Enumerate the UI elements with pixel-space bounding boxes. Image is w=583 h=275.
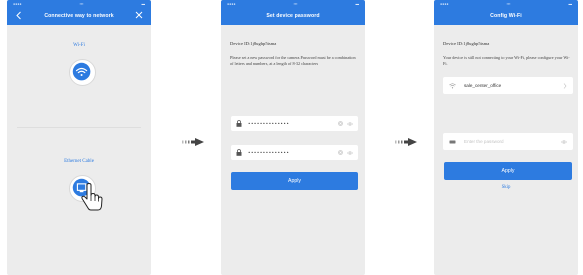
password-value: •••••••••••••• bbox=[248, 121, 290, 126]
device-id-label: Device ID:1j8ughp5tsma bbox=[230, 41, 277, 46]
nav-bar: ●●●● ▪▪▪ ▬ Set device password bbox=[221, 0, 365, 25]
wifi-ssid: sale_center_office bbox=[464, 83, 502, 88]
page-title: Config Wi-Fi bbox=[490, 13, 522, 19]
signal-indicator: ●●●● bbox=[13, 2, 22, 6]
eye-icon[interactable] bbox=[347, 121, 353, 126]
eye-icon[interactable] bbox=[347, 150, 353, 155]
confirm-password-value: •••••••••••••• bbox=[248, 150, 290, 155]
apply-button[interactable]: Apply bbox=[444, 162, 572, 180]
wifi-network-selector[interactable]: sale_center_office bbox=[443, 77, 573, 94]
battery-indicator: ▬ bbox=[568, 2, 572, 6]
wifi-password-placeholder: Enter the password bbox=[464, 139, 504, 144]
page-title: Connective way to network bbox=[44, 13, 114, 19]
signal-indicator: ●●●● bbox=[227, 2, 236, 6]
status-bar: ●●●● ▪▪▪ ▬ bbox=[7, 0, 151, 8]
clear-icon[interactable] bbox=[338, 150, 343, 155]
close-icon[interactable] bbox=[135, 11, 143, 19]
clock: ▪▪▪ bbox=[79, 2, 84, 6]
battery-indicator: ▬ bbox=[355, 2, 359, 6]
password-field[interactable]: •••••••••••••• bbox=[231, 116, 358, 131]
confirm-password-field[interactable]: •••••••••••••• bbox=[231, 145, 358, 160]
clock: ▪▪▪ bbox=[293, 2, 298, 6]
page-title: Set device password bbox=[266, 13, 320, 19]
phone-screen-set-password: ●●●● ▪▪▪ ▬ Set device password Device ID… bbox=[221, 0, 365, 275]
phone-screen-connection-type: ●●●● ▪▪▪ ▬ Connective way to network Wi-… bbox=[7, 0, 151, 275]
chevron-right-icon bbox=[563, 82, 567, 89]
nav-bar: ●●●● ▪▪▪ ▬ Connective way to network bbox=[7, 0, 151, 25]
wifi-icon bbox=[72, 62, 91, 81]
hand-pointer-icon bbox=[81, 183, 103, 211]
password-instructions: Please set a new password for the camera… bbox=[230, 55, 356, 66]
arrow-right-icon bbox=[182, 138, 204, 146]
wifi-option-label: Wi-Fi bbox=[73, 43, 85, 48]
eye-icon[interactable] bbox=[561, 139, 567, 144]
ethernet-option-label: Ethernet Cable bbox=[64, 159, 94, 164]
clear-icon[interactable] bbox=[338, 121, 343, 126]
arrow-right-icon bbox=[395, 138, 417, 146]
wifi-password-field[interactable]: Enter the password bbox=[443, 133, 573, 150]
lock-icon bbox=[236, 149, 242, 156]
clock: ▪▪▪ bbox=[506, 2, 511, 6]
section-divider bbox=[17, 127, 141, 128]
signal-indicator: ●●●● bbox=[440, 2, 449, 6]
status-bar: ●●●● ▪▪▪ ▬ bbox=[434, 0, 578, 8]
wifi-small-icon bbox=[449, 82, 456, 88]
skip-link[interactable]: Skip bbox=[434, 185, 578, 190]
apply-button[interactable]: Apply bbox=[231, 172, 358, 190]
status-bar: ●●●● ▪▪▪ ▬ bbox=[221, 0, 365, 8]
wifi-config-instructions: Your device is still not connecting to y… bbox=[443, 55, 570, 66]
nav-bar: ●●●● ▪▪▪ ▬ Config Wi-Fi bbox=[434, 0, 578, 25]
phone-screen-config-wifi: ●●●● ▪▪▪ ▬ Config Wi-Fi Device ID:1j8ugh… bbox=[434, 0, 578, 275]
wifi-option-button[interactable] bbox=[69, 59, 96, 86]
lock-icon bbox=[236, 120, 242, 127]
device-id-label: Device ID:1j8ughp5tsma bbox=[443, 41, 490, 46]
battery-indicator: ▬ bbox=[141, 2, 145, 6]
key-icon bbox=[449, 140, 456, 143]
